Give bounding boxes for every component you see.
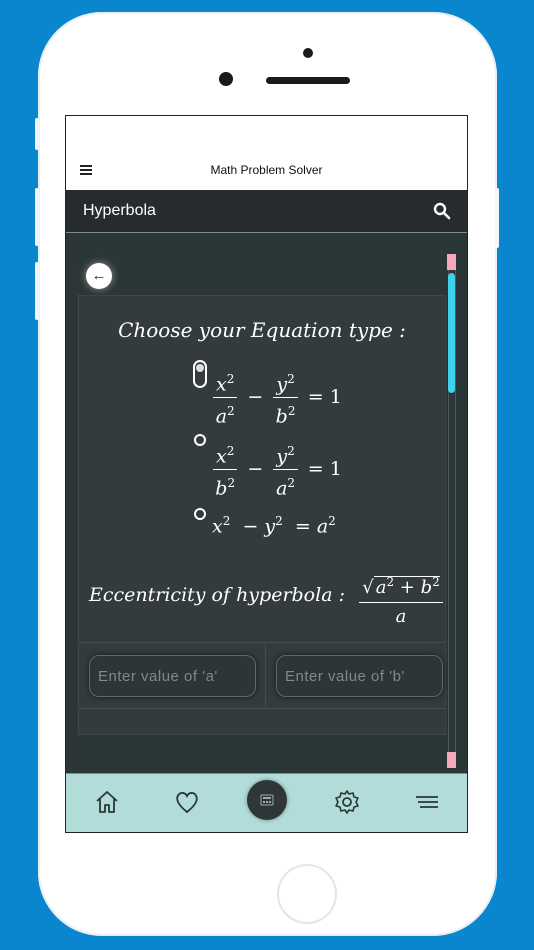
mute-switch — [35, 118, 39, 150]
gear-icon[interactable] — [332, 787, 362, 817]
scrollbar-bottom-cap — [447, 752, 456, 768]
eccentricity-label: Eccentricity of hyperbola : — [89, 584, 345, 606]
equation-radio-2[interactable] — [194, 434, 206, 446]
menu-icon[interactable] — [412, 787, 442, 817]
page-title: Hyperbola — [83, 202, 156, 219]
proximity-sensor — [303, 48, 313, 58]
equation-type-heading: Choose your Equation type : — [118, 318, 406, 342]
calculator-icon — [260, 794, 274, 806]
search-icon[interactable] — [433, 202, 451, 220]
main-content: ← Choose your Equation type : x2 a2 − y2 b… — [66, 233, 467, 773]
a-value-input[interactable] — [89, 655, 256, 697]
eccentricity-formula: √ a2 + b2 a — [359, 568, 443, 631]
calculator-button[interactable] — [247, 780, 287, 820]
result-row — [79, 708, 445, 735]
bottom-navigation — [66, 773, 467, 832]
app-header: Math Problem Solver — [66, 116, 467, 190]
app-screen: Math Problem Solver Hyperbola ← Choose y… — [65, 115, 468, 833]
app-title: Math Problem Solver — [210, 163, 323, 177]
earpiece-speaker — [266, 77, 350, 84]
back-arrow-icon[interactable]: ← — [86, 263, 112, 289]
equation-option-2[interactable]: x2 b2 − y2 a2 = 1 — [209, 438, 342, 502]
heart-icon[interactable] — [172, 787, 202, 817]
power-button — [495, 188, 499, 248]
equation-card: Choose your Equation type : x2 a2 − y2 b2 … — [78, 295, 446, 735]
equation-option-3[interactable]: x2 − y2 = a2 — [212, 514, 336, 537]
home-button[interactable] — [277, 864, 337, 924]
volume-down-button — [35, 262, 39, 320]
equation-option-1[interactable]: x2 a2 − y2 b2 = 1 — [209, 366, 342, 430]
home-icon[interactable] — [92, 787, 122, 817]
front-camera — [219, 72, 233, 86]
toolbar: Hyperbola — [66, 190, 467, 233]
b-value-input[interactable] — [276, 655, 443, 697]
scrollbar-top-cap — [447, 254, 456, 270]
equation-radio-1[interactable] — [193, 360, 207, 388]
equation-radio-3[interactable] — [194, 508, 206, 520]
scrollbar-thumb[interactable] — [448, 273, 455, 393]
input-divider — [265, 643, 266, 709]
volume-up-button — [35, 188, 39, 246]
input-row — [79, 642, 445, 709]
